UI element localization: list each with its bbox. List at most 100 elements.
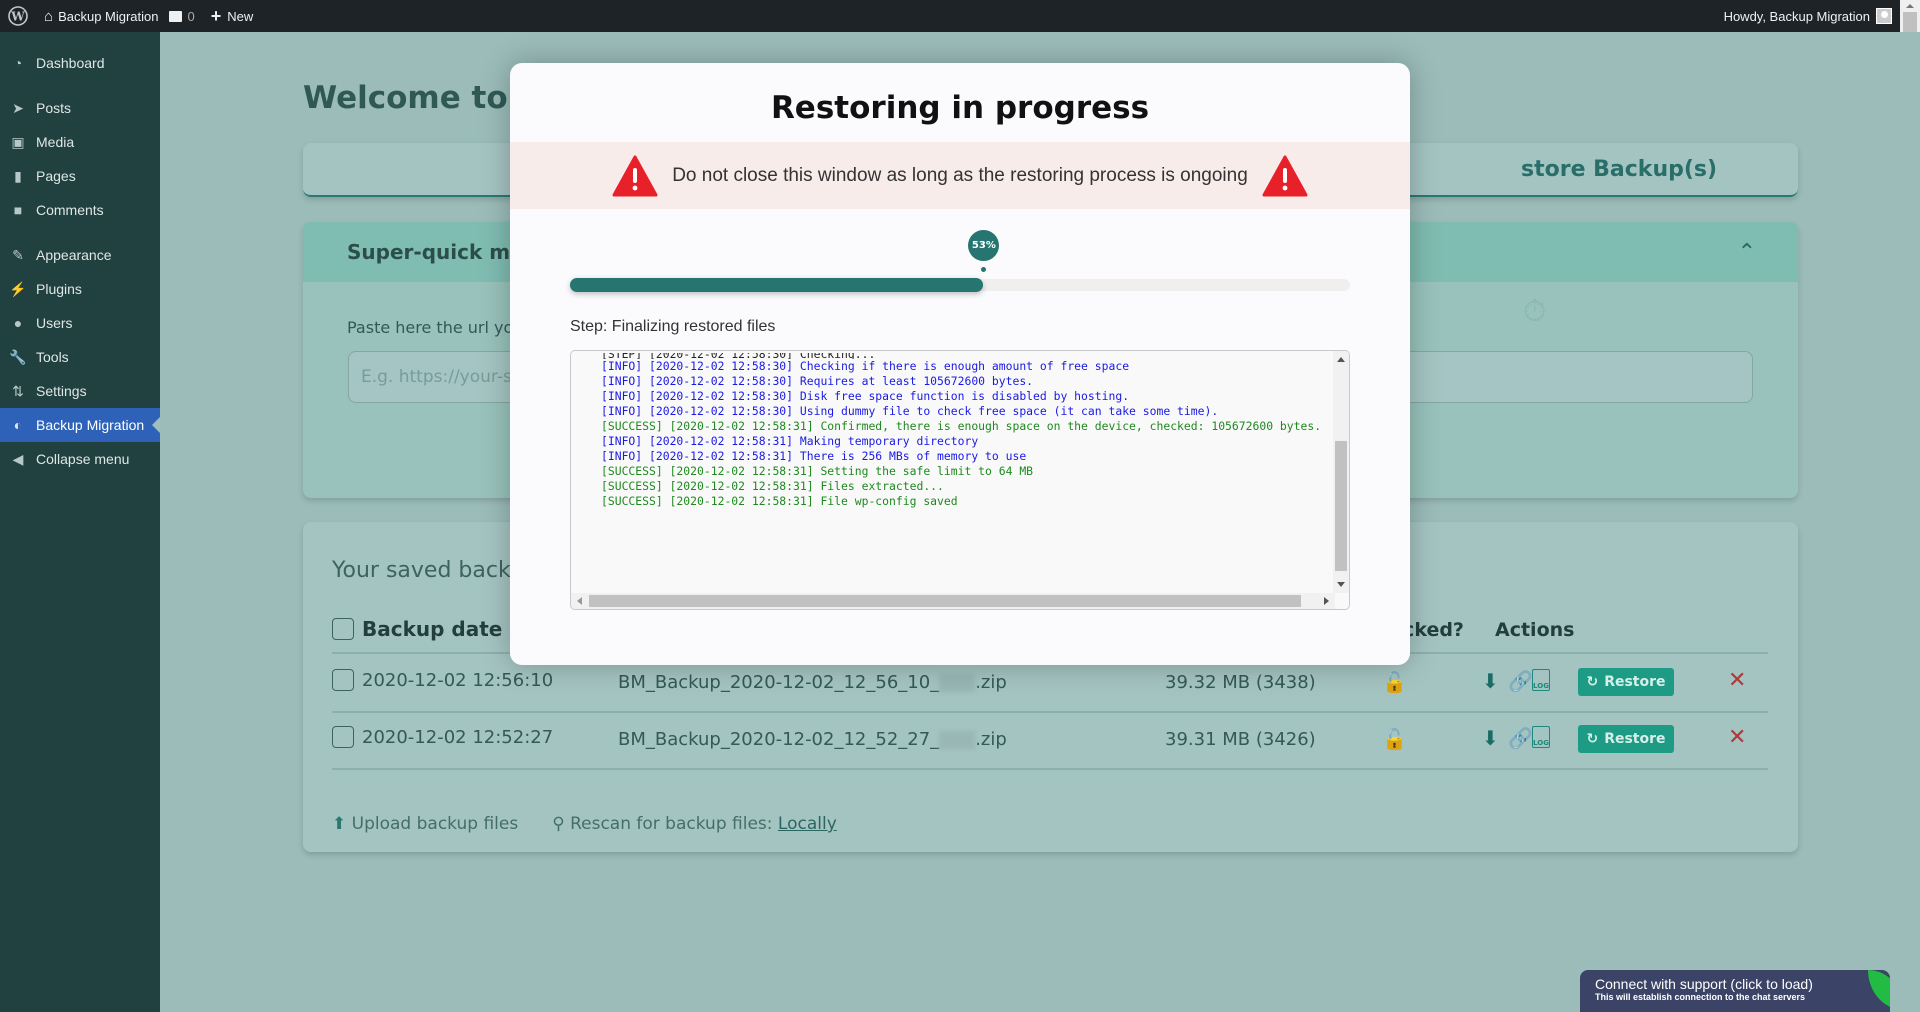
- home-icon: ⌂: [44, 7, 54, 25]
- sidebar-collapse-menu[interactable]: ◀ Collapse menu: [0, 442, 160, 476]
- plug-icon: ⚡: [9, 280, 27, 297]
- sidebar-item-settings[interactable]: ⇅ Settings: [0, 374, 160, 408]
- sidebar-item-label: Media: [36, 134, 75, 150]
- scroll-thumb[interactable]: [589, 595, 1301, 607]
- svg-text:W: W: [10, 10, 25, 24]
- progress-bar: [570, 278, 1350, 292]
- log-line: [INFO] [2020-12-02 12:58:30] Requires at…: [601, 374, 1034, 388]
- scroll-down-arrow-icon[interactable]: [1337, 582, 1345, 587]
- new-content-button[interactable]: + New: [203, 0, 262, 32]
- support-title: Connect with support (click to load): [1595, 976, 1813, 992]
- log-line: [INFO] [2020-12-02 12:58:31] Making temp…: [601, 434, 979, 448]
- site-name-label: Backup Migration: [58, 8, 159, 24]
- log-line: [INFO] [2020-12-02 12:58:31] There is 25…: [601, 449, 1027, 463]
- log-line: [SUCCESS] [2020-12-02 12:58:31] Confirme…: [601, 419, 1322, 433]
- site-name-link[interactable]: ⌂ Backup Migration: [36, 0, 167, 32]
- progress-marker-dot: [981, 267, 987, 272]
- refresh-icon: ↻: [1586, 674, 1599, 690]
- backup-migration-icon: ◐: [13, 417, 23, 433]
- sidebar-item-label: Collapse menu: [36, 451, 130, 467]
- user-icon: ●: [13, 315, 23, 331]
- log-line: [SUCCESS] [2020-12-02 12:58:31] File wp-…: [601, 494, 958, 508]
- wrench-icon: 🔧: [9, 348, 27, 365]
- backup-filename: BM_Backup_2020-12-02_12_56_10_ .zip: [618, 672, 1007, 693]
- log-line: [SUCCESS] [2020-12-02 12:58:31] Files ex…: [601, 479, 944, 493]
- pages-icon: ▮: [14, 167, 22, 184]
- delete-icon[interactable]: ✕: [1728, 725, 1746, 750]
- unlock-icon[interactable]: 🔓: [1382, 670, 1407, 694]
- avatar: [1876, 8, 1892, 24]
- current-step-label: Step: Finalizing restored files: [570, 318, 776, 335]
- sidebar-item-comments[interactable]: ■ Comments: [0, 193, 160, 227]
- download-icon[interactable]: ⬇: [1482, 669, 1499, 693]
- restore-button[interactable]: ↻ Restore: [1578, 668, 1674, 696]
- scroll-right-arrow-icon[interactable]: [1324, 597, 1329, 605]
- wordpress-logo-icon[interactable]: W: [0, 0, 36, 32]
- page-scrollbar[interactable]: [1900, 0, 1920, 32]
- log-vertical-scrollbar[interactable]: [1333, 351, 1349, 593]
- sidebar-item-appearance[interactable]: ✎ Appearance: [0, 238, 160, 272]
- table-row: 2020-12-02 12:52:27 BM_Backup_2020-12-02…: [332, 713, 1768, 770]
- refresh-icon: ↻: [1586, 731, 1599, 747]
- sidebar-item-tools[interactable]: 🔧 Tools: [0, 340, 160, 374]
- warning-text: Do not close this window as long as the …: [672, 164, 1248, 186]
- sliders-icon: ⇅: [12, 382, 24, 399]
- column-actions: Actions: [1495, 619, 1575, 641]
- sidebar-item-dashboard[interactable]: ◔ Dashboard: [0, 46, 160, 80]
- log-horizontal-scrollbar[interactable]: [571, 593, 1335, 609]
- sidebar-item-backup-migration[interactable]: ◐ Backup Migration: [0, 408, 160, 442]
- sidebar-item-plugins[interactable]: ⚡ Plugins: [0, 272, 160, 306]
- stopwatch-icon: ⏱: [1523, 294, 1547, 329]
- restore-label: Restore: [1604, 674, 1666, 690]
- restore-button[interactable]: ↻ Restore: [1578, 725, 1674, 753]
- log-line: [INFO] [2020-12-02 12:58:30] Using dummy…: [601, 404, 1219, 418]
- support-subtitle: This will establish connection to the ch…: [1595, 992, 1806, 1002]
- support-chat-widget[interactable]: Connect with support (click to load) Thi…: [1580, 970, 1890, 1012]
- migration-panel-title: Super-quick mi: [347, 240, 517, 264]
- restore-log-box[interactable]: [STEP] [2020-12-02 12:58:30] Checking...…: [570, 350, 1350, 610]
- upload-backup-files-link[interactable]: ⬆ Upload backup files: [332, 814, 518, 834]
- admin-sidebar: ◔ Dashboard ➤ Posts ▣ Media ▮ Pages ■ Comment…: [0, 32, 160, 1012]
- search-icon: ⚲: [552, 814, 565, 834]
- backup-size: 39.32 MB (3438): [1165, 672, 1316, 693]
- filename-suffix: .zip: [975, 729, 1007, 750]
- sidebar-item-pages[interactable]: ▮ Pages: [0, 159, 160, 193]
- log-line: [SUCCESS] [2020-12-02 12:58:31] Setting …: [601, 464, 1034, 478]
- upload-icon: ⬆: [332, 814, 347, 834]
- delete-icon[interactable]: ✕: [1728, 668, 1746, 693]
- rescan-locally-link[interactable]: Locally: [778, 814, 837, 834]
- progress-percent-bubble: 53%: [968, 230, 1000, 261]
- sidebar-item-label: Pages: [36, 168, 76, 184]
- unlock-icon[interactable]: 🔓: [1382, 727, 1407, 751]
- scroll-thumb[interactable]: [1335, 441, 1347, 571]
- comments-link[interactable]: 0: [167, 0, 203, 32]
- link-icon[interactable]: 🔗: [1508, 669, 1533, 693]
- scroll-left-arrow-icon[interactable]: [577, 597, 582, 605]
- restore-label: Restore: [1604, 731, 1666, 747]
- warning-icon: [1262, 155, 1308, 197]
- sidebar-item-posts[interactable]: ➤ Posts: [0, 91, 160, 125]
- paste-url-label: Paste here the url yo: [347, 318, 514, 337]
- download-icon[interactable]: ⬇: [1482, 726, 1499, 750]
- filename-prefix: BM_Backup_2020-12-02_12_52_27_: [618, 729, 940, 750]
- my-account-menu[interactable]: Howdy, Backup Migration: [1716, 0, 1900, 32]
- log-file-icon[interactable]: LOG: [1532, 669, 1550, 691]
- dashboard-icon: ◔: [13, 55, 23, 71]
- link-icon[interactable]: 🔗: [1508, 726, 1533, 750]
- rescan-section: ⚲ Rescan for backup files: Locally: [552, 814, 837, 834]
- scroll-up-arrow-icon[interactable]: [1337, 357, 1345, 362]
- admin-bar: W ⌂ Backup Migration 0 + New Howdy, Back…: [0, 0, 1920, 32]
- sidebar-item-label: Dashboard: [36, 55, 105, 71]
- row-checkbox[interactable]: [332, 726, 354, 748]
- new-label: New: [227, 8, 254, 24]
- redacted-text: [939, 731, 976, 749]
- select-all-checkbox[interactable]: [332, 618, 354, 640]
- sidebar-item-media[interactable]: ▣ Media: [0, 125, 160, 159]
- row-checkbox[interactable]: [332, 669, 354, 691]
- sidebar-item-users[interactable]: ● Users: [0, 306, 160, 340]
- log-line: [INFO] [2020-12-02 12:58:30] Checking if…: [601, 359, 1130, 373]
- sidebar-item-label: Backup Migration: [36, 417, 145, 433]
- chevron-up-icon[interactable]: ⌃: [1738, 240, 1756, 265]
- log-file-icon[interactable]: LOG: [1532, 726, 1550, 748]
- tab-restore-backups[interactable]: store Backup(s): [1521, 157, 1717, 182]
